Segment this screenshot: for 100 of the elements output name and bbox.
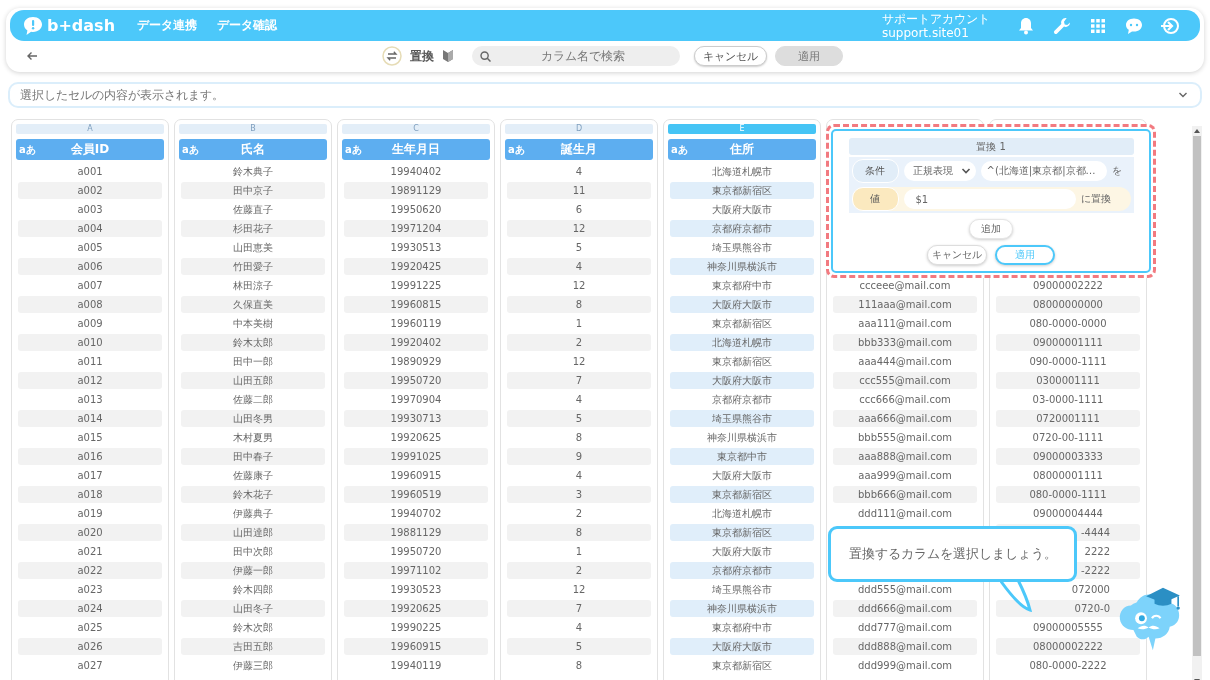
- table-cell[interactable]: 東京都新宿区: [712, 657, 772, 674]
- table-cell[interactable]: 2: [575, 562, 583, 579]
- table-cell[interactable]: 木村夏男: [233, 429, 273, 446]
- table-cell[interactable]: 林田涼子: [233, 277, 273, 294]
- table-cell[interactable]: 1: [575, 543, 583, 560]
- table-cell[interactable]: 6: [575, 201, 583, 218]
- table-cell[interactable]: 佐藤直子: [233, 201, 273, 218]
- table-cell[interactable]: 19940119: [390, 657, 442, 674]
- cancel-button[interactable]: キャンセル: [927, 245, 987, 265]
- table-cell[interactable]: 中本美樹: [233, 315, 273, 332]
- table-cell[interactable]: 090-0000-1111: [1029, 353, 1107, 370]
- table-cell[interactable]: 12: [572, 220, 586, 237]
- scroll-up-icon[interactable]: [1193, 128, 1201, 134]
- table-cell[interactable]: a017: [77, 467, 103, 484]
- table-cell[interactable]: 12: [572, 277, 586, 294]
- table-cell[interactable]: 03-0000-1111: [1032, 391, 1104, 408]
- table-cell[interactable]: 伊藤三郎: [233, 657, 273, 674]
- table-cell[interactable]: a018: [77, 486, 103, 503]
- table-cell[interactable]: 埼玉県熊谷市: [712, 581, 772, 598]
- table-cell[interactable]: a027: [77, 657, 103, 674]
- table-cell[interactable]: 072000: [1071, 581, 1110, 598]
- table-cell[interactable]: 19930523: [390, 581, 442, 598]
- back-arrow-icon[interactable]: [26, 50, 38, 62]
- table-cell[interactable]: a010: [77, 334, 103, 351]
- value-field[interactable]: $1: [903, 189, 1076, 209]
- table-cell[interactable]: aaa111@mail.com: [858, 315, 952, 332]
- pattern-field[interactable]: ^(北海道|東京都|京都…: [980, 161, 1107, 181]
- table-cell[interactable]: a026: [77, 638, 103, 655]
- add-button[interactable]: 追加: [969, 219, 1013, 239]
- table-cell[interactable]: 19950720: [390, 543, 442, 560]
- table-cell[interactable]: 大阪府大阪市: [712, 543, 772, 560]
- table-cell[interactable]: 3: [575, 486, 583, 503]
- table-cell[interactable]: 2: [575, 334, 583, 351]
- table-cell[interactable]: 19920625: [390, 429, 442, 446]
- table-cell[interactable]: 大阪府大阪市: [712, 467, 772, 484]
- table-cell[interactable]: 19960119: [390, 315, 442, 332]
- sign-in-icon[interactable]: [1160, 15, 1180, 36]
- table-cell[interactable]: 08000001111: [1033, 467, 1103, 484]
- table-cell[interactable]: 09000005555: [1033, 619, 1103, 636]
- table-cell[interactable]: a008: [77, 296, 103, 313]
- table-cell[interactable]: 2: [575, 505, 583, 522]
- table-cell[interactable]: a016: [77, 448, 103, 465]
- scrollbar[interactable]: [1192, 126, 1202, 680]
- table-cell[interactable]: 8: [575, 524, 583, 541]
- cell-content-field[interactable]: 選択したセルの内容が表示されます。: [8, 82, 1202, 108]
- table-cell[interactable]: 5: [575, 638, 583, 655]
- table-cell[interactable]: 5: [575, 239, 583, 256]
- table-cell[interactable]: 19940702: [390, 505, 442, 522]
- table-cell[interactable]: 0720-00-1111: [1032, 429, 1104, 446]
- table-cell[interactable]: 12: [572, 353, 586, 370]
- table-cell[interactable]: 19991225: [390, 277, 442, 294]
- table-cell[interactable]: ddd999@mail.com: [857, 657, 953, 674]
- table-cell[interactable]: 田中次郎: [233, 543, 273, 560]
- table-cell[interactable]: 鈴木典子: [233, 163, 273, 180]
- table-cell[interactable]: 5: [575, 410, 583, 427]
- table-cell[interactable]: a007: [77, 277, 103, 294]
- table-cell[interactable]: 8: [575, 657, 583, 674]
- table-cell[interactable]: 鈴木四郎: [233, 581, 273, 598]
- table-cell[interactable]: 1: [575, 315, 583, 332]
- table-cell[interactable]: a020: [77, 524, 103, 541]
- table-cell[interactable]: a003: [77, 201, 103, 218]
- cancel-button[interactable]: キャンセル: [694, 46, 767, 66]
- table-cell[interactable]: 2222: [1084, 543, 1110, 560]
- table-cell[interactable]: ddd111@mail.com: [857, 505, 953, 522]
- table-cell[interactable]: ddd555@mail.com: [857, 581, 953, 598]
- mode-select[interactable]: 正規表現: [903, 161, 976, 181]
- table-cell[interactable]: 19970904: [390, 391, 442, 408]
- table-cell[interactable]: 09000002222: [1033, 277, 1103, 294]
- table-cell[interactable]: a019: [77, 505, 103, 522]
- table-cell[interactable]: 4: [575, 619, 583, 636]
- table-cell[interactable]: a012: [77, 372, 103, 389]
- table-cell[interactable]: 19960915: [390, 467, 442, 484]
- chevron-down-icon[interactable]: [1178, 91, 1188, 99]
- table-cell[interactable]: 神奈川県横浜市: [707, 429, 777, 446]
- table-cell[interactable]: 19890929: [390, 353, 442, 370]
- table-cell[interactable]: bbb555@mail.com: [857, 429, 953, 446]
- table-cell[interactable]: 大阪府大阪市: [712, 201, 772, 218]
- table-cell[interactable]: 佐藤二郎: [233, 391, 273, 408]
- table-cell[interactable]: 東京都新宿区: [712, 315, 772, 332]
- table-cell[interactable]: a014: [77, 410, 103, 427]
- table-cell[interactable]: 080-0000-2222: [1029, 657, 1107, 674]
- table-cell[interactable]: a001: [77, 163, 103, 180]
- table-cell[interactable]: 7: [575, 600, 583, 617]
- table-cell[interactable]: 鈴木次郎: [233, 619, 273, 636]
- table-cell[interactable]: a023: [77, 581, 103, 598]
- table-cell[interactable]: aaa444@mail.com: [858, 353, 952, 370]
- table-cell[interactable]: a009: [77, 315, 103, 332]
- table-cell[interactable]: 佐藤康子: [233, 467, 273, 484]
- table-cell[interactable]: a025: [77, 619, 103, 636]
- table-cell[interactable]: 9: [575, 448, 583, 465]
- table-cell[interactable]: 田中一郎: [233, 353, 273, 370]
- table-cell[interactable]: 京都府京都市: [712, 391, 772, 408]
- table-cell[interactable]: ccceee@mail.com: [859, 277, 951, 294]
- bell-icon[interactable]: [1016, 15, 1036, 36]
- table-cell[interactable]: a004: [77, 220, 103, 237]
- table-cell[interactable]: 伊藤典子: [233, 505, 273, 522]
- table-cell[interactable]: 4: [575, 163, 583, 180]
- table-cell[interactable]: 東京都府中市: [712, 277, 772, 294]
- table-cell[interactable]: ccc666@mail.com: [859, 391, 951, 408]
- table-cell[interactable]: 北海道札幌市: [712, 505, 772, 522]
